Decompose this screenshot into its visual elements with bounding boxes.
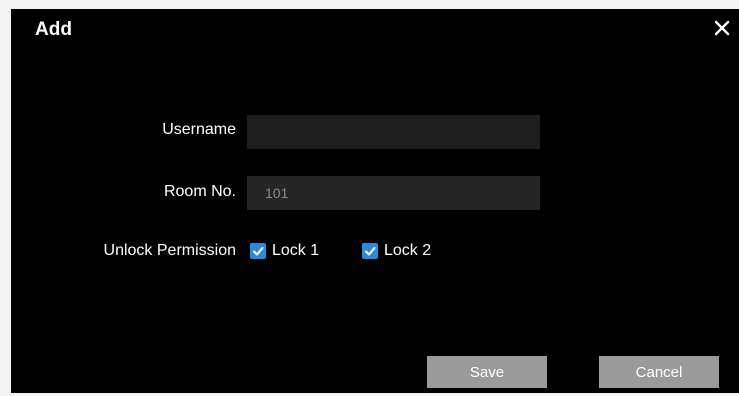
checkmark-icon xyxy=(253,247,264,256)
save-button[interactable]: Save xyxy=(427,356,547,388)
close-button[interactable] xyxy=(711,17,733,39)
username-label: Username xyxy=(162,121,236,138)
close-icon xyxy=(714,20,730,36)
lock-2-option[interactable]: Lock 2 xyxy=(362,242,431,260)
username-input[interactable] xyxy=(247,115,540,149)
add-dialog: Add Username Room No. Unlock Permission … xyxy=(11,9,739,393)
lock-2-checkbox[interactable] xyxy=(362,243,378,259)
lock-1-option[interactable]: Lock 1 xyxy=(250,242,319,260)
lock-2-label: Lock 2 xyxy=(384,242,432,259)
room-no-label: Room No. xyxy=(163,183,236,200)
checkmark-icon xyxy=(365,247,376,256)
lock-1-label: Lock 1 xyxy=(272,242,320,259)
lock-1-checkbox[interactable] xyxy=(250,243,266,259)
cancel-button[interactable]: Cancel xyxy=(599,356,719,388)
room-no-input[interactable] xyxy=(247,176,540,210)
unlock-permission-label: Unlock Permission xyxy=(103,242,236,259)
dialog-title: Add xyxy=(35,19,72,40)
